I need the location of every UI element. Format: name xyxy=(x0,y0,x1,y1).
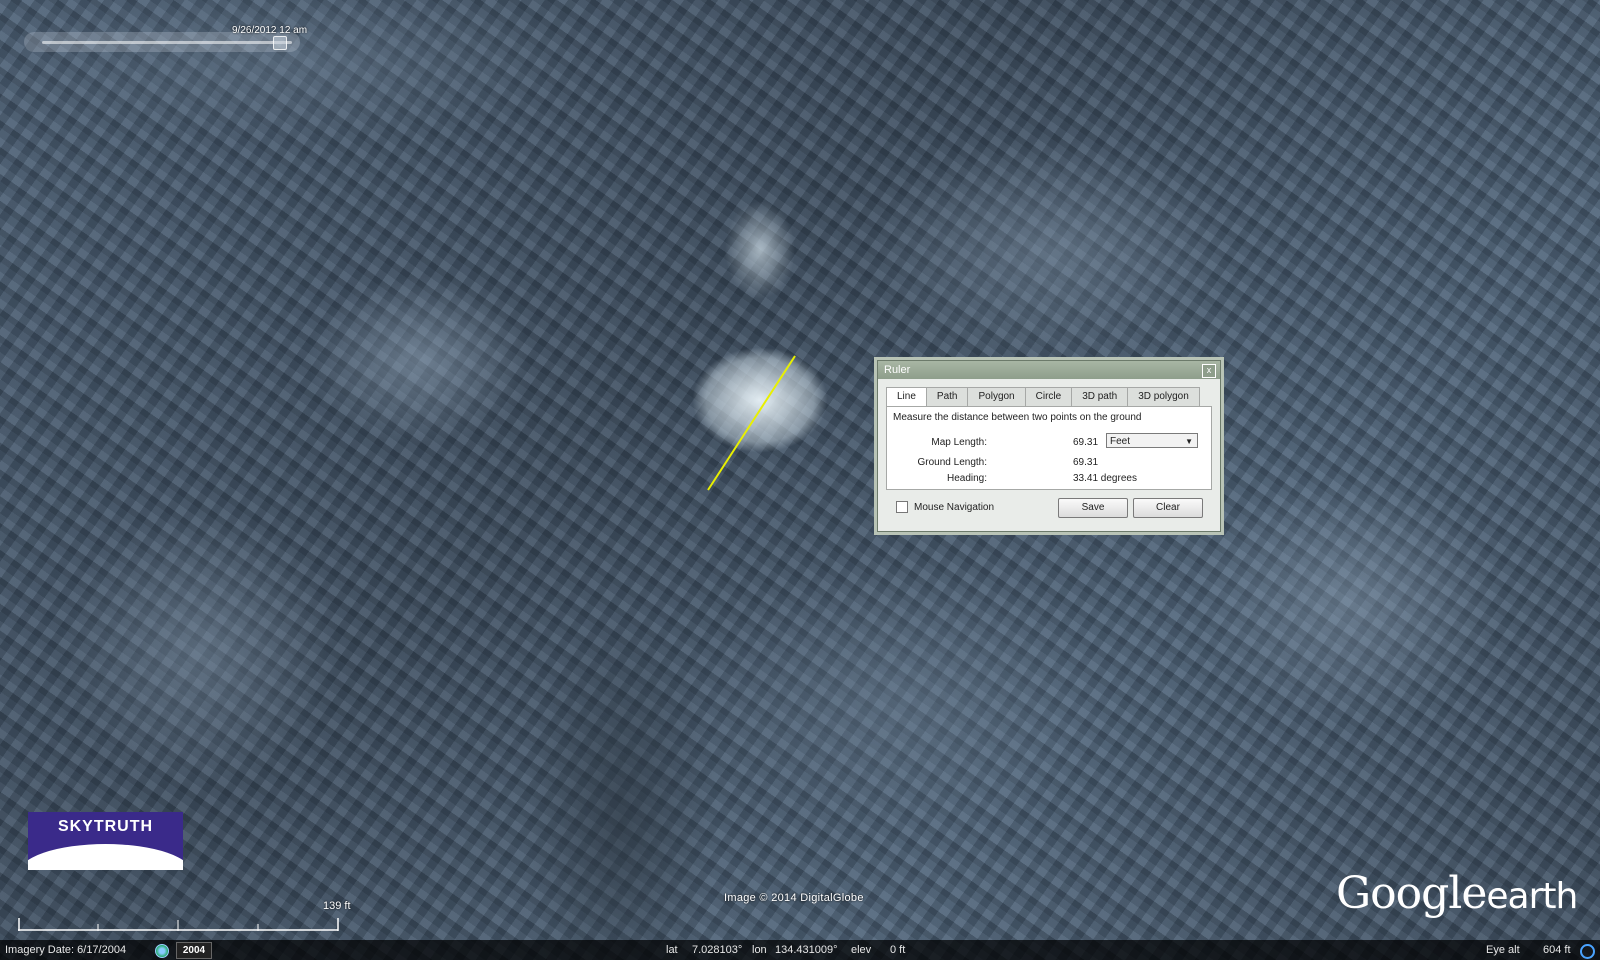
lat-label: lat xyxy=(666,944,678,956)
clear-button[interactable]: Clear xyxy=(1133,498,1203,518)
heading-value: 33.41 degrees xyxy=(1073,473,1137,484)
ground-length-value: 69.31 xyxy=(1073,457,1099,468)
time-slider-handle[interactable] xyxy=(273,36,287,50)
image-copyright: Image © 2014 DigitalGlobe xyxy=(724,892,864,904)
status-bar: Imagery Date: 6/17/2004 2004 lat 7.02810… xyxy=(0,940,1600,960)
mouse-navigation-label: Mouse Navigation xyxy=(914,501,995,513)
lon-label: lon xyxy=(752,944,767,956)
skytruth-logo: SKYTRUTH xyxy=(28,812,183,870)
map-length-value: 69.31 xyxy=(1073,437,1099,448)
tab-line[interactable]: Line xyxy=(886,387,927,407)
measured-line-overlay xyxy=(707,355,796,491)
mouse-navigation-option[interactable]: Mouse Navigation xyxy=(896,501,994,513)
heading-label: Heading: xyxy=(946,473,987,484)
lon-value: 134.431009° xyxy=(775,944,838,956)
close-icon[interactable]: x xyxy=(1202,364,1216,378)
ruler-title: Ruler xyxy=(878,361,1220,379)
imagery-date: Imagery Date: 6/17/2004 xyxy=(5,944,127,956)
logo-arc xyxy=(28,844,183,870)
tab-polygon[interactable]: Polygon xyxy=(967,387,1026,406)
units-selected: Feet xyxy=(1110,436,1131,447)
map-length-label: Map Length: xyxy=(931,437,987,448)
tab-3d-polygon[interactable]: 3D polygon xyxy=(1127,387,1200,406)
chevron-down-icon: ▼ xyxy=(1185,437,1193,446)
tab-path[interactable]: Path xyxy=(925,387,969,406)
tab-circle[interactable]: Circle xyxy=(1024,387,1073,406)
ruler-dialog: Ruler x Line Path Polygon Circle 3D path… xyxy=(877,360,1221,532)
ruler-description: Measure the distance between two points … xyxy=(893,412,1142,423)
imagery-year[interactable]: 2004 xyxy=(176,942,212,959)
mouse-navigation-checkbox[interactable] xyxy=(896,501,908,513)
lat-value: 7.028103° xyxy=(692,944,743,956)
units-dropdown[interactable]: Feet ▼ xyxy=(1106,433,1198,448)
google-earth-logo: Googleearth xyxy=(1336,868,1578,919)
ground-length-label: Ground Length: xyxy=(917,457,988,468)
elev-value: 0 ft xyxy=(890,944,906,956)
eye-alt-label: Eye alt xyxy=(1486,944,1520,956)
time-slider-date: 9/26/2012 12 am xyxy=(232,25,308,36)
save-button[interactable]: Save xyxy=(1058,498,1128,518)
time-slider-track[interactable] xyxy=(42,41,292,44)
satellite-imagery[interactable] xyxy=(0,0,1600,960)
streaming-status-icon xyxy=(1580,944,1595,959)
scale-bar xyxy=(18,918,339,931)
google-wordmark: Google xyxy=(1336,868,1487,919)
ruler-panel: Measure the distance between two points … xyxy=(886,406,1212,490)
elev-label: elev xyxy=(851,944,872,956)
ruler-line xyxy=(707,355,796,491)
eye-alt-value: 604 ft xyxy=(1543,944,1571,956)
earth-wordmark: earth xyxy=(1486,876,1578,917)
historical-imagery-icon[interactable] xyxy=(155,944,169,958)
ruler-tabs: Line Path Polygon Circle 3D path 3D poly… xyxy=(886,387,1200,407)
scale-label: 139 ft xyxy=(323,900,351,912)
tab-3d-path[interactable]: 3D path xyxy=(1071,387,1129,406)
logo-text: SKYTRUTH xyxy=(57,818,154,835)
